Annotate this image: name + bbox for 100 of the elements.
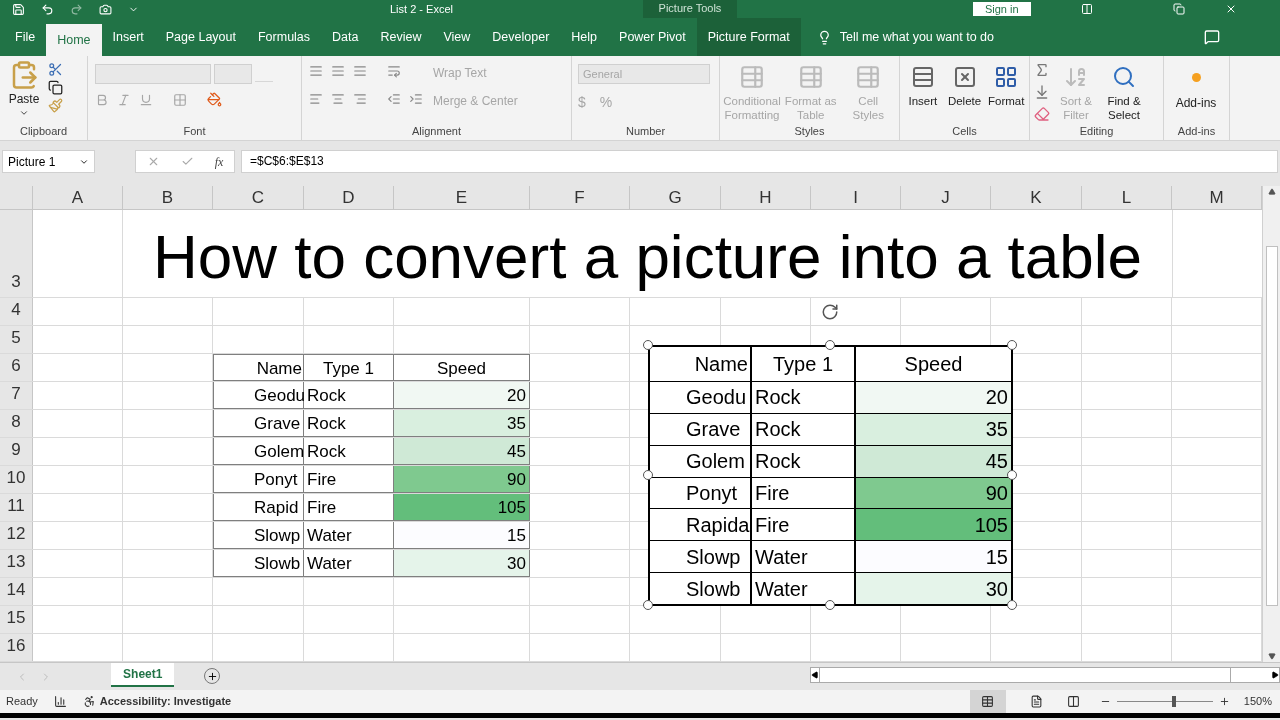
row-header[interactable]: 6 [0,354,33,381]
row-header[interactable]: 16 [0,634,33,661]
formula-field[interactable]: =$C$6:$E$13 [241,150,1278,173]
ribbon-tab[interactable]: Insert [101,18,155,56]
tell-me-field[interactable]: Tell me what you want to do [839,27,994,47]
restore-icon[interactable] [1172,3,1185,15]
table-cell: 90 [394,466,530,493]
paste-button[interactable]: Paste [4,60,44,118]
ribbon-tab[interactable]: Formulas [246,18,322,56]
column-header[interactable]: D [304,186,394,209]
scroll-up-icon[interactable] [1267,188,1276,196]
page-break-icon[interactable] [1066,695,1080,708]
column-header[interactable]: E [394,186,530,209]
picture-cell: 20 [856,382,1011,413]
function-button[interactable]: fx [214,152,224,171]
comments-icon[interactable] [1204,29,1220,45]
fill-icon[interactable] [1034,84,1050,100]
column-header[interactable]: I [811,186,901,209]
zoom-in-icon[interactable] [1218,696,1230,707]
ribbon-tab[interactable]: Power Pivot [608,18,697,56]
resize-handle[interactable] [643,340,653,350]
ribbon-tab[interactable]: Help [560,18,609,56]
table-picture[interactable]: Name Type 1 Speed Geodu Rock 20 Grave Rock 35 Golem Rock 45 Ponyt Fire 90 Rapida Fire 105 Slowp Water 15 Slowb Water 30 [648,345,1013,606]
font-size-field[interactable] [214,64,252,84]
accessibility-icon[interactable] [82,695,96,708]
accessibility-status[interactable]: Accessibility: Investigate [99,693,232,710]
table-cell: 45 [394,438,530,465]
resize-handle[interactable] [825,600,835,610]
ribbon-button[interactable]: Insert [904,60,942,108]
page-layout-icon[interactable] [1029,695,1043,708]
resize-handle[interactable] [1007,340,1017,350]
row-header[interactable]: 9 [0,438,33,465]
ribbon-button[interactable]: Delete [945,60,984,108]
cut-icon[interactable] [48,62,63,77]
row-header[interactable]: 3 [0,210,33,297]
row-header[interactable]: 4 [0,298,33,325]
picture-cell: 30 [856,573,1011,604]
status-text: Ready [6,694,38,710]
resize-handle[interactable] [643,470,653,480]
ribbon-tab[interactable]: File [4,18,47,56]
column-header[interactable]: G [630,186,721,209]
ribbon-tab[interactable]: Home [46,24,102,56]
column-header[interactable]: F [530,186,630,209]
scroll-right-icon[interactable] [1271,671,1279,679]
eraser-icon[interactable] [1034,106,1050,122]
ribbon-tab[interactable]: Picture Format [696,18,801,56]
column-header[interactable]: K [991,186,1082,209]
picture-cell: Slowp [650,541,752,573]
row-header[interactable]: 14 [0,578,33,605]
macro-icon[interactable] [53,695,67,708]
ribbon-tab[interactable]: Data [321,18,370,56]
ribbon-tab[interactable]: Review [369,18,433,56]
scroll-left-icon[interactable] [811,671,820,679]
zoom-level[interactable]: 150% [1243,693,1272,710]
column-header[interactable]: L [1082,186,1172,209]
column-header[interactable]: H [721,186,811,209]
sheet-tab[interactable]: Sheet1 [111,663,175,687]
ribbon-tab[interactable]: View [432,18,482,56]
ribbon-tab[interactable]: Page Layout [154,18,247,56]
ribbon-tab[interactable]: Developer [481,18,561,56]
copy-icon[interactable] [48,80,63,95]
picture-cell-text: Speed [903,352,964,377]
row-header[interactable]: 12 [0,522,33,549]
resize-handle[interactable] [1007,600,1017,610]
save-icon[interactable] [12,2,25,16]
row-header[interactable]: 7 [0,382,33,409]
resize-handle[interactable] [1007,470,1017,480]
picture-cell: 35 [856,413,1011,445]
resize-handle[interactable] [825,340,835,350]
name-box[interactable]: Picture 1 [2,150,95,173]
row-header[interactable]: 8 [0,410,33,437]
column-header[interactable]: B [123,186,213,209]
zoom-thumb[interactable] [1172,695,1177,707]
ribbon-display-icon[interactable] [1080,3,1093,15]
column-header[interactable]: J [901,186,991,209]
row-header[interactable]: 10 [0,466,33,493]
fill-color-icon[interactable] [207,92,222,107]
group-label: Alignment [411,124,462,139]
row-header[interactable]: 13 [0,550,33,577]
vertical-scrollbar[interactable] [1265,246,1278,606]
camera-icon[interactable] [99,2,112,16]
normal-view-icon[interactable] [969,690,1006,713]
font-name-field[interactable] [95,64,211,84]
sign-in-button[interactable]: Sign in [972,2,1031,16]
resize-handle[interactable] [643,600,653,610]
zoom-slider[interactable] [1116,695,1213,708]
rotate-handle-icon[interactable] [821,303,839,321]
row-header[interactable]: 5 [0,326,33,353]
add-ins-button[interactable]: Add-ins [1168,60,1224,112]
undo-icon[interactable] [41,2,54,16]
scroll-down-icon[interactable] [1267,652,1276,660]
column-header[interactable]: C [213,186,304,209]
sum-icon[interactable] [1034,62,1050,78]
horizontal-scrollbar[interactable] [819,668,1231,682]
ribbon-button[interactable]: Format [987,60,1025,108]
row-header[interactable]: 11 [0,494,33,521]
row-header[interactable]: 15 [0,606,33,633]
column-header[interactable]: A [33,186,123,209]
ribbon-button[interactable]: Find & Select [1102,60,1146,122]
orientation-icon[interactable] [387,64,401,78]
